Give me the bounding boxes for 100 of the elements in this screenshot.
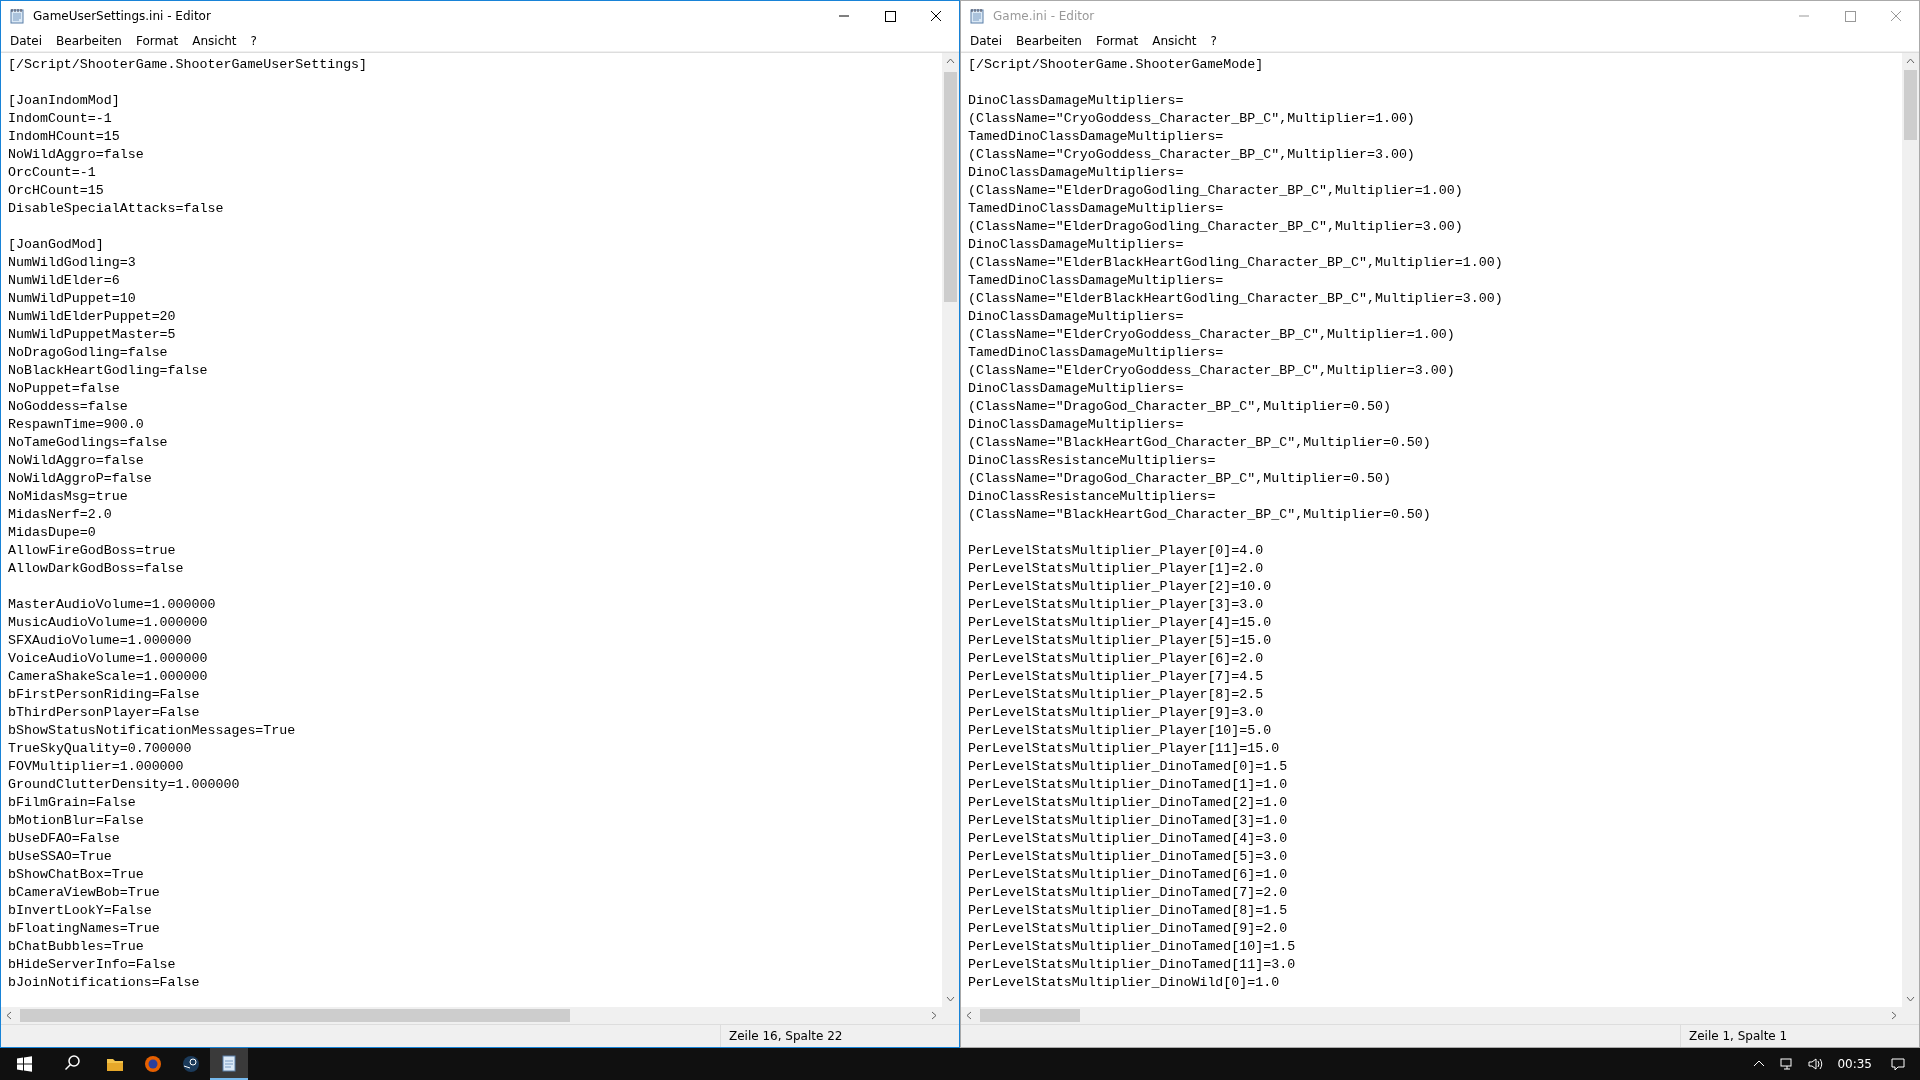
text-line: MusicAudioVolume=1.000000 — [8, 614, 209, 632]
text-line: NoBlackHeartGodling=false — [8, 362, 209, 380]
text-line: PerLevelStatsMultiplier_Player[3]=3.0 — [968, 596, 1265, 614]
text-line: PerLevelStatsMultiplier_DinoTamed[7]=2.0 — [968, 884, 1289, 902]
text-line: (ClassName="ElderDragoGodling_Character_BP_C",Multiplier=3.00) — [968, 218, 1464, 236]
text-line: TamedDinoClassDamageMultipliers= — [968, 344, 1225, 362]
vertical-scrollbar[interactable] — [1902, 53, 1919, 1007]
scrollbar-thumb[interactable] — [1904, 70, 1917, 140]
text-line: (ClassName="ElderCryoGoddess_Character_BP_C",Multiplier=3.00) — [968, 362, 1456, 380]
text-line: MidasNerf=2.0 — [8, 506, 113, 524]
text-line: DinoClassDamageMultipliers= — [968, 416, 1185, 434]
text-line: bInvertLookY=False — [8, 902, 153, 920]
text-line: bHideServerInfo=False — [8, 956, 177, 974]
menu-item[interactable]: Format — [1088, 34, 1146, 48]
clock[interactable]: 00:35 — [1837, 1057, 1872, 1071]
text-line: TamedDinoClassDamageMultipliers= — [968, 128, 1225, 146]
text-line: [JoanGodMod] — [8, 236, 105, 254]
text-line: GroundClutterDensity=1.000000 — [8, 776, 241, 794]
text-line: PerLevelStatsMultiplier_Player[4]=15.0 — [968, 614, 1273, 632]
text-line: (ClassName="CryoGoddess_Character_BP_C",Multiplier=3.00) — [968, 146, 1416, 164]
horizontal-scrollbar[interactable] — [1, 1007, 959, 1024]
menu-item[interactable]: Bearbeiten — [1009, 34, 1089, 48]
text-line: (ClassName="ElderBlackHeartGodling_Character_BP_C",Multiplier=1.00) — [968, 254, 1504, 272]
text-line: (ClassName="ElderDragoGodling_Character_BP_C",Multiplier=1.00) — [968, 182, 1464, 200]
menu-item[interactable]: Datei — [963, 34, 1009, 48]
text-line: bShowStatusNotificationMessages=True — [8, 722, 297, 740]
text-line: PerLevelStatsMultiplier_Player[6]=2.0 — [968, 650, 1265, 668]
text-line: TrueSkyQuality=0.700000 — [8, 740, 193, 758]
text-line: PerLevelStatsMultiplier_DinoTamed[3]=1.0 — [968, 812, 1289, 830]
text-line: DinoClassDamageMultipliers= — [968, 308, 1185, 326]
text-line: DisableSpecialAttacks=false — [8, 200, 225, 218]
text-line: NoGoddess=false — [8, 398, 129, 416]
text-line: PerLevelStatsMultiplier_Player[2]=10.0 — [968, 578, 1273, 596]
text-line: PerLevelStatsMultiplier_DinoTamed[10]=1.5 — [968, 938, 1297, 956]
text-line: NoPuppet=false — [8, 380, 121, 398]
menu-item[interactable]: Ansicht — [1145, 34, 1204, 48]
text-line: VoiceAudioVolume=1.000000 — [8, 650, 209, 668]
text-line: PerLevelStatsMultiplier_Player[0]=4.0 — [968, 542, 1265, 560]
horizontal-scrollbar[interactable] — [961, 1007, 1919, 1024]
text-line: [JoanIndomMod] — [8, 92, 121, 110]
text-line: NumWildElder=6 — [8, 272, 121, 290]
text-line: DinoClassResistanceMultipliers= — [968, 452, 1217, 470]
text-line: PerLevelStatsMultiplier_Player[5]=15.0 — [968, 632, 1273, 650]
menu-item[interactable]: ? — [1203, 34, 1224, 48]
text-line: OrcCount=-1 — [8, 164, 97, 182]
text-line: TamedDinoClassDamageMultipliers= — [968, 272, 1225, 290]
menu-item[interactable]: Ansicht — [185, 34, 244, 48]
text-line: (ClassName="BlackHeartGod_Character_BP_C",Multiplier=0.50) — [968, 506, 1432, 524]
text-line: CameraShakeScale=1.000000 — [8, 668, 209, 686]
text-line: SFXAudioVolume=1.000000 — [8, 632, 193, 650]
text-line: NumWildElderPuppet=20 — [8, 308, 177, 326]
text-line: PerLevelStatsMultiplier_DinoTamed[9]=2.0 — [968, 920, 1289, 938]
text-line: DinoClassDamageMultipliers= — [968, 164, 1185, 182]
text-line: PerLevelStatsMultiplier_DinoTamed[4]=3.0 — [968, 830, 1289, 848]
notifications-icon[interactable] — [1890, 1056, 1906, 1072]
text-line: FOVMultiplier=1.000000 — [8, 758, 185, 776]
text-line: PerLevelStatsMultiplier_DinoWild[0]=1.0 — [968, 974, 1281, 992]
cursor-position: Zeile 16, Spalte 22 — [720, 1025, 959, 1047]
window-title: Game.ini - Editor — [993, 9, 1095, 23]
text-line: RespawnTime=900.0 — [8, 416, 145, 434]
text-line: [/Script/ShooterGame.ShooterGameUserSettings] — [8, 56, 369, 74]
scrollbar-thumb[interactable] — [20, 1009, 570, 1022]
text-line: NoWildAggro=false — [8, 452, 145, 470]
text-line: NumWildPuppetMaster=5 — [8, 326, 177, 344]
text-line: PerLevelStatsMultiplier_DinoTamed[6]=1.0 — [968, 866, 1289, 884]
text-line: AllowDarkGodBoss=false — [8, 560, 185, 578]
text-line: bChatBubbles=True — [8, 938, 145, 956]
vertical-scrollbar[interactable] — [942, 53, 959, 1007]
menu-item[interactable]: Bearbeiten — [49, 34, 129, 48]
text-line: PerLevelStatsMultiplier_Player[10]=5.0 — [968, 722, 1273, 740]
text-line: NoMidasMsg=true — [8, 488, 129, 506]
scrollbar-thumb[interactable] — [944, 72, 957, 302]
text-line: NoWildAggro=false — [8, 146, 145, 164]
text-line: OrcHCount=15 — [8, 182, 105, 200]
menu-item[interactable]: Format — [128, 34, 186, 48]
text-line: MasterAudioVolume=1.000000 — [8, 596, 217, 614]
text-line: (ClassName="ElderCryoGoddess_Character_BP_C",Multiplier=1.00) — [968, 326, 1456, 344]
menu-item[interactable]: ? — [243, 34, 264, 48]
text-line: NoDragoGodling=false — [8, 344, 169, 362]
notepad-icon — [969, 8, 985, 24]
text-line: bFirstPersonRiding=False — [8, 686, 201, 704]
text-line: NumWildGodling=3 — [8, 254, 137, 272]
text-line: DinoClassDamageMultipliers= — [968, 236, 1185, 254]
text-line: bCameraViewBob=True — [8, 884, 161, 902]
notepad-icon[interactable] — [210, 1048, 248, 1080]
scrollbar-thumb[interactable] — [980, 1009, 1080, 1022]
text-line: NumWildPuppet=10 — [8, 290, 137, 308]
text-line: bFilmGrain=False — [8, 794, 137, 812]
text-line: (ClassName="CryoGoddess_Character_BP_C",Multiplier=1.00) — [968, 110, 1416, 128]
text-line: bUseDFAO=False — [8, 830, 121, 848]
text-line: bJoinNotifications=False — [8, 974, 201, 992]
text-line: MidasDupe=0 — [8, 524, 97, 542]
text-line: PerLevelStatsMultiplier_Player[7]=4.5 — [968, 668, 1265, 686]
text-line: bUseSSAO=True — [8, 848, 113, 866]
text-line: NoWildAggroP=false — [8, 470, 153, 488]
menu-item[interactable]: Datei — [3, 34, 49, 48]
text-line: (ClassName="DragoGod_Character_BP_C",Multiplier=0.50) — [968, 470, 1392, 488]
text-line: PerLevelStatsMultiplier_Player[1]=2.0 — [968, 560, 1265, 578]
volume-icon[interactable] — [1807, 1056, 1824, 1072]
text-line: (ClassName="ElderBlackHeartGodling_Character_BP_C",Multiplier=3.00) — [968, 290, 1504, 308]
